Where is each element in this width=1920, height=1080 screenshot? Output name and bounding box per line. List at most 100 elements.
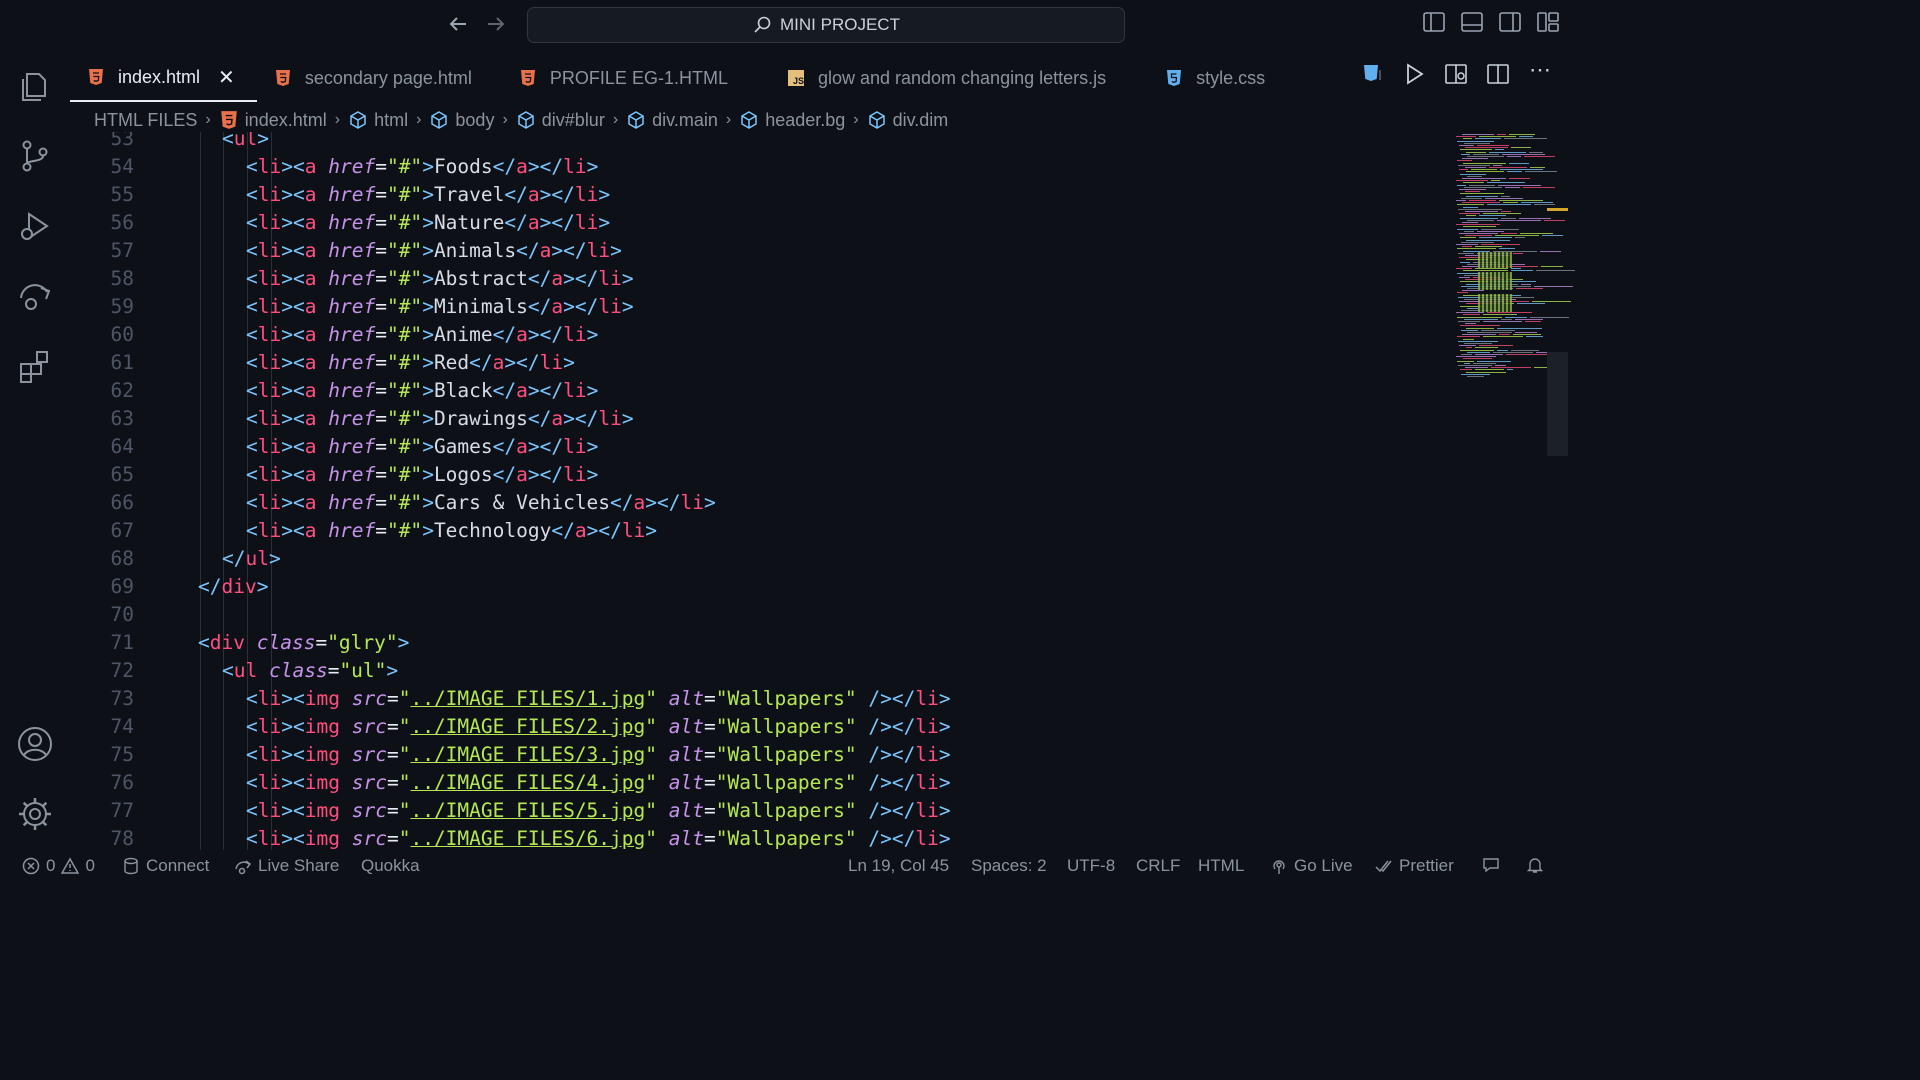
accounts-icon[interactable] [15, 724, 55, 764]
tab-style-css[interactable]: style.css [1128, 54, 1287, 102]
breadcrumb-header-bg[interactable]: header.bg [739, 110, 845, 131]
code-text: <li><a href="#">Technology</a></li> [246, 519, 658, 542]
html-file-icon [275, 69, 291, 87]
tab-secondary-page-html[interactable]: secondary page.html [257, 54, 494, 102]
minimap-line [1460, 193, 1504, 195]
minimap-line [1464, 318, 1498, 320]
minimap-line [1475, 347, 1498, 349]
code-line: 64 <li><a href="#">Games</a></li> [70, 433, 1450, 461]
split-editor-icon[interactable] [1486, 62, 1510, 86]
feedback-icon[interactable] [1482, 856, 1500, 874]
minimap-line [1458, 164, 1490, 166]
scrollbar-thumb[interactable] [1547, 352, 1568, 456]
more-actions-icon[interactable]: ⋯ [1528, 59, 1552, 86]
minimap-line [1469, 200, 1496, 201]
breadcrumb-div-dim[interactable]: div.dim [867, 110, 948, 131]
open-preview-icon[interactable] [1444, 62, 1468, 86]
breadcrumb-folder[interactable]: HTML FILES [94, 110, 197, 131]
minimap-line [1467, 307, 1478, 309]
minimap-line [1457, 160, 1472, 162]
line-number: 72 [110, 659, 134, 682]
minimap-line [1457, 184, 1466, 186]
code-text: <li><img src="../IMAGE FILES/2.jpg" alt=… [246, 715, 951, 738]
minimap-line [1499, 200, 1543, 201]
gear-icon[interactable] [15, 794, 55, 834]
menu-item-text: Minimals [433, 295, 528, 318]
tab-glow-js[interactable]: JS glow and random changing letters.js [750, 54, 1128, 102]
minimap-line [1513, 334, 1541, 336]
line-number: 61 [110, 351, 134, 374]
source-control-icon[interactable] [15, 136, 55, 176]
run-icon[interactable] [1402, 62, 1426, 86]
indentation-status[interactable]: Spaces: 2 [971, 856, 1047, 876]
language-mode[interactable]: HTML [1198, 856, 1244, 876]
connect-status[interactable]: Connect [122, 856, 209, 876]
line-number: 64 [110, 435, 134, 458]
close-icon[interactable]: ✕ [218, 65, 235, 90]
quokka-status[interactable]: Quokka [361, 856, 420, 876]
breadcrumb-div-main[interactable]: div.main [626, 110, 718, 131]
minimap-line [1487, 312, 1532, 314]
minimap-line [1462, 246, 1472, 248]
extensions-icon[interactable] [15, 346, 55, 386]
breadcrumb-body[interactable]: body [429, 110, 494, 131]
code-text: <li><a href="#">Anime</a></li> [246, 323, 599, 346]
line-number: 59 [110, 295, 134, 318]
minimap-line [1471, 169, 1497, 171]
explorer-icon[interactable] [15, 66, 55, 106]
problems-status[interactable]: 0 0 [22, 856, 95, 876]
minimap-line [1495, 235, 1539, 237]
code-line: 66 <li><a href="#">Cars & Vehicles</a></l… [70, 489, 1450, 517]
minimap[interactable] [1452, 132, 1575, 392]
line-number: 63 [110, 407, 134, 430]
minimap-line [1481, 228, 1519, 230]
notifications-bell-icon[interactable] [1526, 856, 1544, 874]
minimap-line [1459, 145, 1474, 146]
toggle-secondary-sidebar-icon[interactable] [1498, 10, 1522, 36]
encoding-status[interactable]: UTF-8 [1067, 856, 1115, 876]
minimap-line [1529, 151, 1543, 153]
cursor-position[interactable]: Ln 19, Col 45 [848, 856, 949, 876]
remote-explorer-icon[interactable] [15, 276, 55, 316]
prettier-status[interactable]: Prettier [1375, 856, 1454, 876]
minimap-line [1495, 149, 1504, 151]
overflow-css-icon[interactable] [1360, 62, 1384, 86]
live-share-status[interactable]: Live Share [234, 856, 339, 876]
minimap-line [1515, 237, 1525, 239]
minimap-line [1457, 316, 1502, 318]
customize-layout-icon[interactable] [1536, 10, 1560, 36]
minimap-line [1467, 175, 1482, 177]
run-debug-icon[interactable] [15, 206, 55, 246]
toggle-primary-sidebar-icon[interactable] [1422, 10, 1446, 36]
arrow-right-icon[interactable] [484, 12, 508, 36]
breadcrumb-html[interactable]: html [348, 110, 408, 131]
toggle-panel-icon[interactable] [1460, 10, 1484, 36]
code-line: 61 <li><a href="#">Red</a></li> [70, 349, 1450, 377]
line-number: 58 [110, 267, 134, 290]
minimap-line [1491, 180, 1500, 182]
minimap-line [1475, 369, 1504, 371]
line-number: 77 [110, 799, 134, 822]
menu-item-text: Red [433, 351, 470, 374]
code-line: 63 <li><a href="#">Drawings</a></li> [70, 405, 1450, 433]
menu-item-text: Anime [433, 323, 493, 346]
minimap-line [1463, 314, 1480, 316]
minimap-line [1465, 167, 1486, 168]
code-editor[interactable]: 53 <ul> 54 <li><a href="#">Foods</a></li> 55… [70, 132, 1450, 850]
breadcrumb-div-blur[interactable]: div#blur [516, 110, 605, 131]
code-line: 58 <li><a href="#">Abstract</a></li> [70, 265, 1450, 293]
code-line: 68 </ul> [70, 545, 1450, 573]
tab-index-html[interactable]: index.html ✕ [70, 54, 257, 102]
minimap-line [1475, 268, 1508, 270]
line-number: 55 [110, 183, 134, 206]
minimap-line [1502, 153, 1545, 155]
html-file-icon [88, 68, 104, 86]
tab-profile-eg-1-html[interactable]: PROFILE EG-1.HTML [494, 54, 750, 102]
minimap-line [1463, 182, 1484, 184]
command-center-search[interactable]: MINI PROJECT [527, 7, 1125, 43]
breadcrumb-file[interactable]: index.html [219, 110, 327, 131]
eol-status[interactable]: CRLF [1136, 856, 1180, 876]
minimap-line [1456, 136, 1476, 138]
go-live-status[interactable]: Go Live [1270, 856, 1353, 876]
arrow-left-icon[interactable] [446, 12, 470, 36]
